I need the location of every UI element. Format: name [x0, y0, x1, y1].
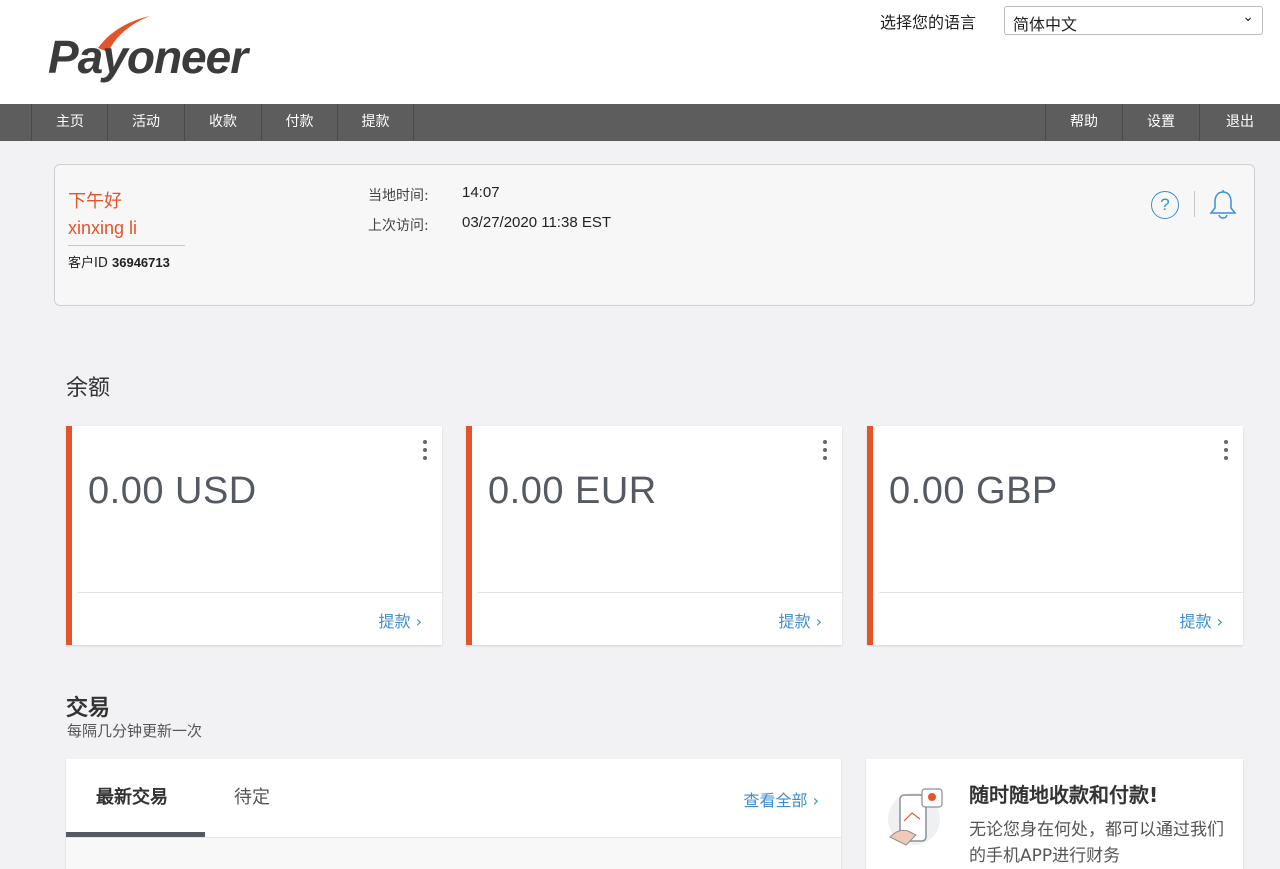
tab-latest-transactions[interactable]: 最新交易 — [96, 783, 168, 809]
last-visit-label: 上次访问: — [368, 218, 429, 234]
balance-amount: 0.00 EUR — [488, 470, 657, 512]
language-selected-value: 简体中文 — [1013, 15, 1078, 34]
customer-id: 客户ID 36946713 — [68, 252, 170, 271]
more-options-icon[interactable] — [1223, 440, 1229, 464]
nav-item-help[interactable]: 帮助 — [1045, 104, 1122, 141]
balance-amount: 0.00 GBP — [889, 470, 1058, 512]
balance-card-usd: 0.00 USD 提款 › — [66, 426, 442, 645]
balance-card-eur: 0.00 EUR 提款 › — [466, 426, 842, 645]
more-options-icon[interactable] — [822, 440, 828, 464]
card-divider — [478, 592, 842, 593]
balances-title: 余额 — [66, 376, 111, 401]
nav-item-settings[interactable]: 设置 — [1122, 104, 1199, 141]
language-select[interactable]: 简体中文 ⌄ — [1004, 6, 1263, 35]
card-divider — [78, 592, 442, 593]
user-name: xinxing li — [68, 218, 138, 238]
help-icon[interactable]: ? — [1151, 191, 1179, 219]
chevron-down-icon: ⌄ — [1242, 9, 1254, 25]
language-label: 选择您的语言 — [880, 13, 977, 32]
name-divider — [68, 245, 185, 246]
local-time-value: 14:07 — [462, 184, 500, 201]
promo-text: 无论您身在何处，都可以通过我们的手机APP进行财务 — [969, 820, 1224, 866]
logo-text: Payoneer — [48, 31, 248, 83]
mobile-phone-icon — [888, 788, 943, 846]
transactions-list — [66, 838, 841, 869]
more-options-icon[interactable] — [422, 440, 428, 464]
bell-icon[interactable] — [1208, 189, 1238, 221]
view-all-link[interactable]: 查看全部 › — [744, 787, 820, 811]
balance-card-gbp: 0.00 GBP 提款 › — [867, 426, 1243, 645]
top-header: Payoneer 选择您的语言 简体中文 ⌄ — [0, 0, 1280, 104]
tab-pending[interactable]: 待定 — [234, 783, 270, 809]
transactions-title: 交易 — [66, 696, 111, 721]
transactions-panel: 最新交易 待定 查看全部 › — [66, 759, 841, 869]
icon-divider — [1194, 191, 1195, 217]
customer-id-value: 36946713 — [112, 255, 170, 270]
nav-item-logout[interactable]: 退出 — [1199, 104, 1280, 141]
balance-amount: 0.00 USD — [88, 470, 257, 512]
nav-item-activity[interactable]: 活动 — [108, 104, 185, 141]
customer-id-label: 客户ID — [68, 256, 108, 271]
greeting-card: 下午好 xinxing li 客户ID 36946713 当地时间: 14:07… — [54, 164, 1255, 306]
promo-title: 随时随地收款和付款! — [969, 783, 1159, 807]
main-nav: 主页 活动 收款 付款 提款 帮助 设置 退出 — [0, 104, 1280, 141]
nav-item-receive[interactable]: 收款 — [185, 104, 262, 141]
nav-spacer — [0, 104, 32, 141]
withdraw-link[interactable]: 提款 › — [1180, 608, 1224, 632]
last-visit-value: 03/27/2020 11:38 EST — [462, 214, 612, 231]
card-divider — [879, 592, 1243, 593]
withdraw-link[interactable]: 提款 › — [779, 608, 823, 632]
transactions-subtitle: 每隔几分钟更新一次 — [67, 722, 203, 740]
greeting-text: 下午好 — [68, 191, 122, 212]
withdraw-link[interactable]: 提款 › — [379, 608, 423, 632]
nav-item-home[interactable]: 主页 — [33, 104, 108, 141]
nav-item-withdraw[interactable]: 提款 — [338, 104, 414, 141]
payoneer-logo[interactable]: Payoneer — [48, 14, 258, 86]
local-time-label: 当地时间: — [368, 188, 429, 204]
active-tab-indicator — [66, 832, 205, 837]
nav-item-pay[interactable]: 付款 — [262, 104, 338, 141]
mobile-app-promo: 随时随地收款和付款! 无论您身在何处，都可以通过我们的手机APP进行财务 — [866, 759, 1243, 869]
